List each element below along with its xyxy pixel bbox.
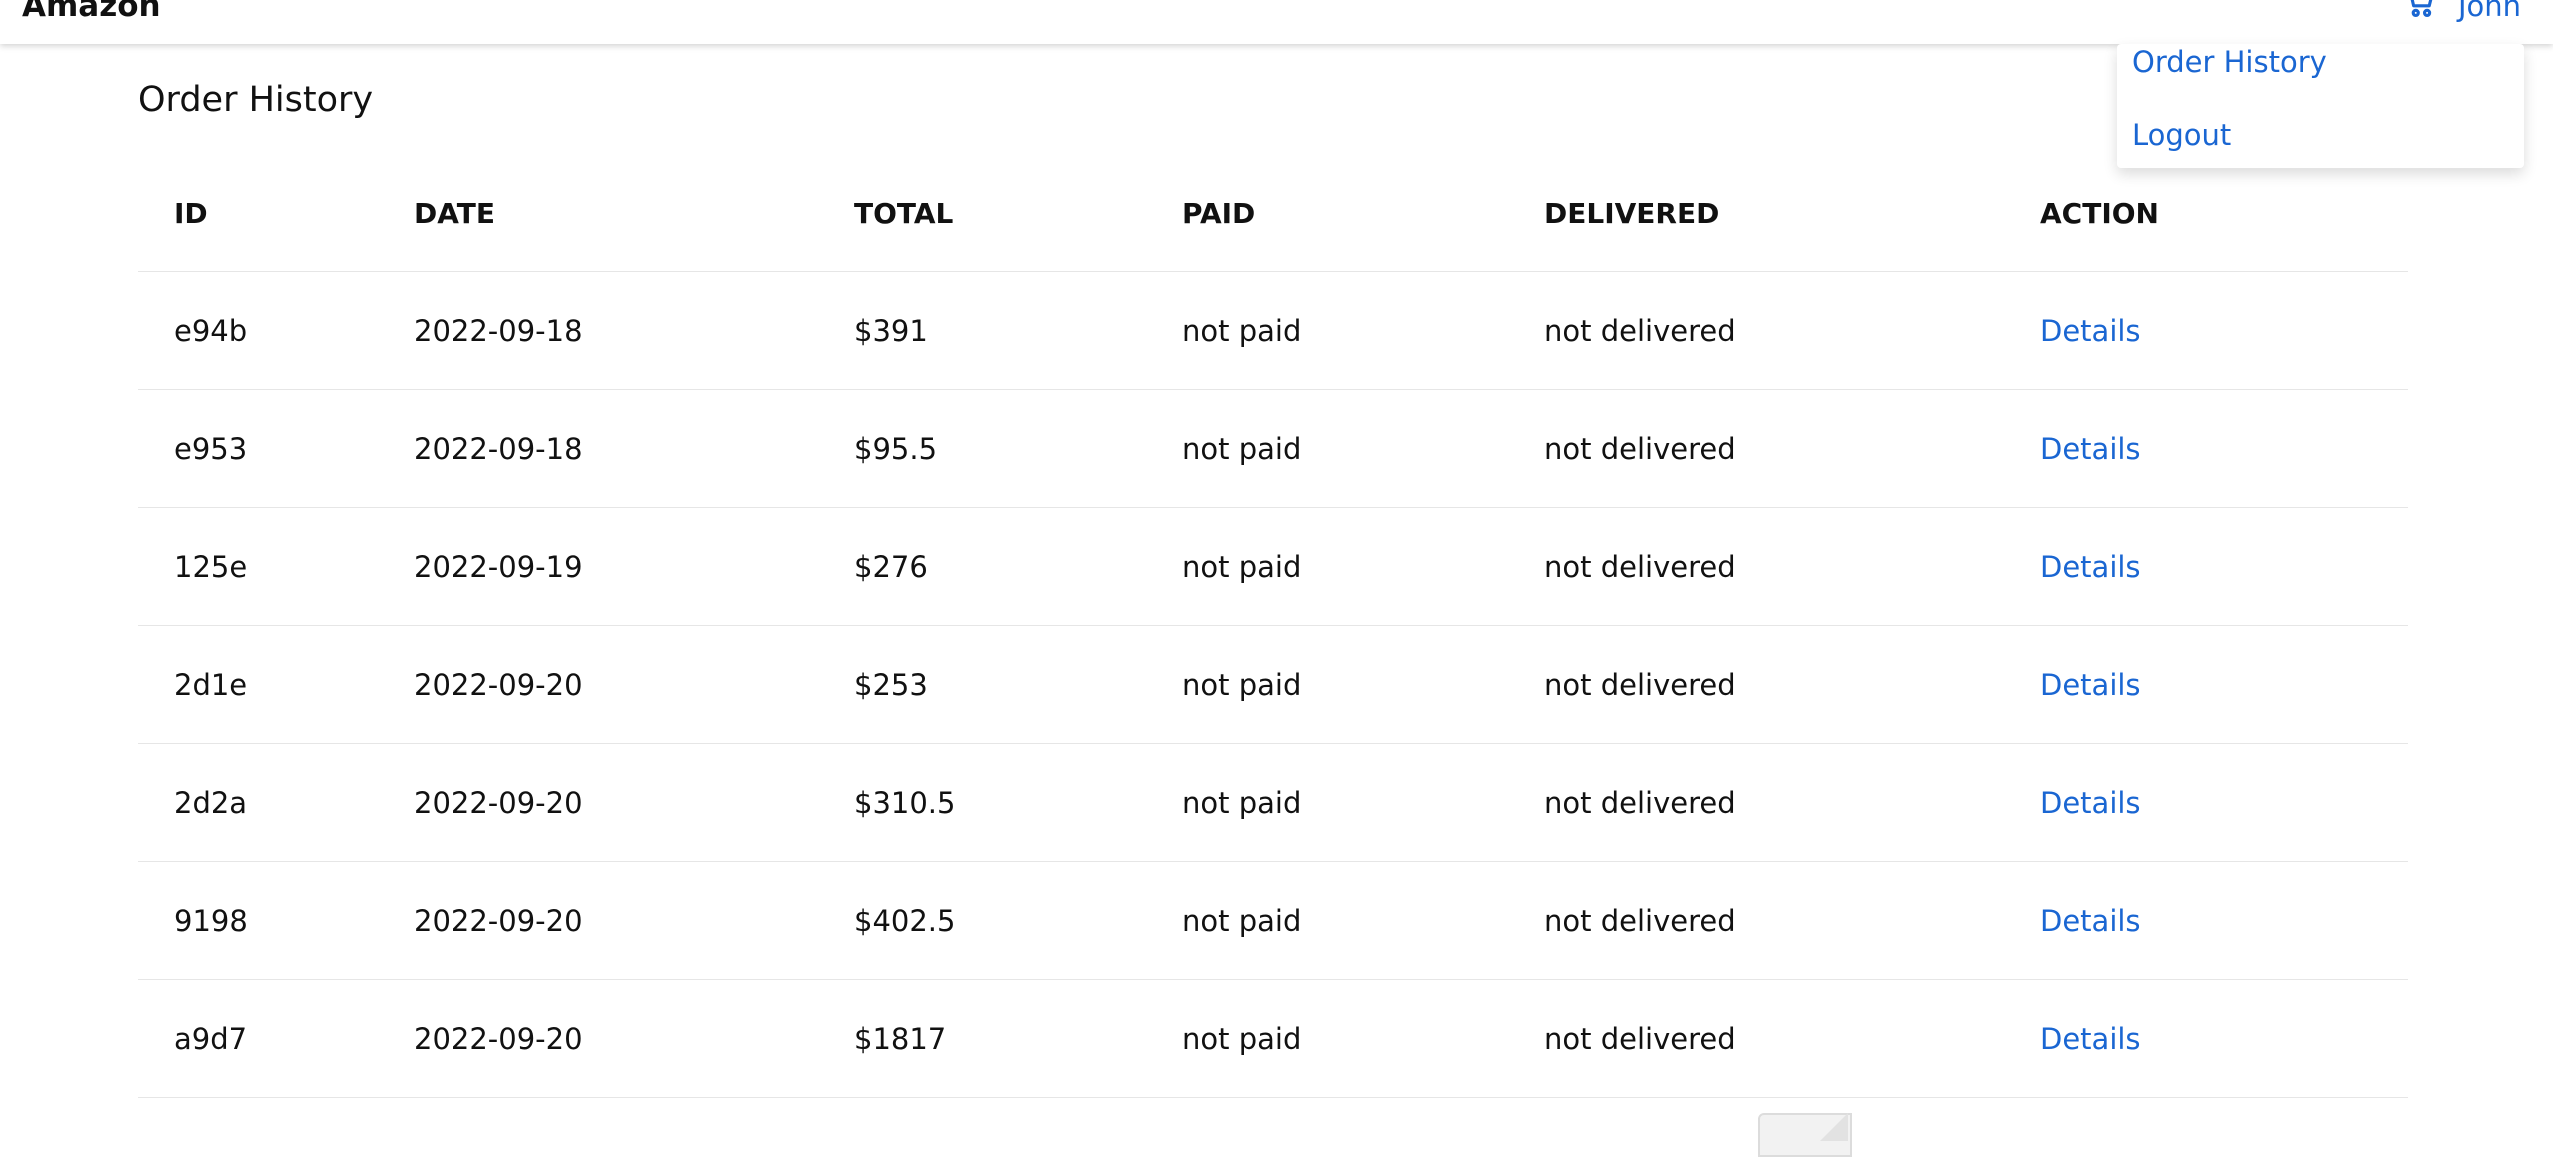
user-dropdown-menu: Order History Logout xyxy=(2117,44,2524,168)
order-paid-cell: not paid xyxy=(1182,389,1544,508)
table-row: a9d7 2022-09-20 $1817 not paid not deliv… xyxy=(138,979,2408,1098)
brand-logo-link[interactable]: Amazon xyxy=(22,0,161,24)
order-total-cell: $310.5 xyxy=(854,743,1182,862)
order-delivered-cell: not delivered xyxy=(1544,743,2040,862)
order-id-cell: 2d2a xyxy=(138,743,414,862)
order-action-cell: Details xyxy=(2040,861,2408,980)
order-total-cell: $402.5 xyxy=(854,861,1182,980)
cart-icon[interactable] xyxy=(2402,0,2438,20)
column-header-date: DATE xyxy=(414,155,854,272)
order-action-cell: Details xyxy=(2040,743,2408,862)
order-action-cell: Details xyxy=(2040,271,2408,390)
order-date-cell: 2022-09-20 xyxy=(414,861,854,980)
navbar: Amazon John xyxy=(0,0,2553,44)
order-total-cell: $391 xyxy=(854,271,1182,390)
details-link[interactable]: Details xyxy=(2040,1022,2141,1056)
details-link[interactable]: Details xyxy=(2040,668,2141,702)
order-date-cell: 2022-09-18 xyxy=(414,389,854,508)
order-paid-cell: not paid xyxy=(1182,743,1544,862)
details-link[interactable]: Details xyxy=(2040,314,2141,348)
order-date-cell: 2022-09-20 xyxy=(414,625,854,744)
order-id-cell: 2d1e xyxy=(138,625,414,744)
table-row: e94b 2022-09-18 $391 not paid not delive… xyxy=(138,271,2408,390)
order-delivered-cell: not delivered xyxy=(1544,389,2040,508)
order-date-cell: 2022-09-19 xyxy=(414,507,854,626)
table-row: 2d1e 2022-09-20 $253 not paid not delive… xyxy=(138,625,2408,744)
table-row: 125e 2022-09-19 $276 not paid not delive… xyxy=(138,507,2408,626)
details-link[interactable]: Details xyxy=(2040,904,2141,938)
details-link[interactable]: Details xyxy=(2040,786,2141,820)
header-row: ID DATE TOTAL PAID DELIVERED ACTION xyxy=(138,155,2408,272)
order-date-cell: 2022-09-18 xyxy=(414,271,854,390)
order-delivered-cell: not delivered xyxy=(1544,271,2040,390)
orders-table-body: e94b 2022-09-18 $391 not paid not delive… xyxy=(138,271,2408,1098)
order-delivered-cell: not delivered xyxy=(1544,861,2040,980)
orders-table: ID DATE TOTAL PAID DELIVERED ACTION e94b… xyxy=(138,155,2408,1098)
order-date-cell: 2022-09-20 xyxy=(414,979,854,1098)
order-id-cell: e953 xyxy=(138,389,414,508)
order-id-cell: e94b xyxy=(138,271,414,390)
order-total-cell: $253 xyxy=(854,625,1182,744)
menu-item-logout[interactable]: Logout xyxy=(2132,117,2231,153)
order-id-cell: a9d7 xyxy=(138,979,414,1098)
order-paid-cell: not paid xyxy=(1182,507,1544,626)
order-paid-cell: not paid xyxy=(1182,979,1544,1098)
order-id-cell: 9198 xyxy=(138,861,414,980)
column-header-delivered: DELIVERED xyxy=(1544,155,2040,272)
order-action-cell: Details xyxy=(2040,389,2408,508)
order-delivered-cell: not delivered xyxy=(1544,507,2040,626)
order-total-cell: $1817 xyxy=(854,979,1182,1098)
column-header-id: ID xyxy=(138,155,414,272)
order-total-cell: $95.5 xyxy=(854,389,1182,508)
column-header-action: ACTION xyxy=(2040,155,2408,272)
table-row: e953 2022-09-18 $95.5 not paid not deliv… xyxy=(138,389,2408,508)
user-menu-link[interactable]: John xyxy=(2458,0,2521,24)
order-paid-cell: not paid xyxy=(1182,271,1544,390)
order-delivered-cell: not delivered xyxy=(1544,625,2040,744)
table-row: 9198 2022-09-20 $402.5 not paid not deli… xyxy=(138,861,2408,980)
order-action-cell: Details xyxy=(2040,979,2408,1098)
column-header-paid: PAID xyxy=(1182,155,1544,272)
order-paid-cell: not paid xyxy=(1182,861,1544,980)
order-action-cell: Details xyxy=(2040,507,2408,626)
order-paid-cell: not paid xyxy=(1182,625,1544,744)
page-title: Order History xyxy=(138,80,374,120)
column-header-total: TOTAL xyxy=(854,155,1182,272)
order-delivered-cell: not delivered xyxy=(1544,979,2040,1098)
orders-table-header: ID DATE TOTAL PAID DELIVERED ACTION xyxy=(138,155,2408,272)
details-link[interactable]: Details xyxy=(2040,550,2141,584)
table-row: 2d2a 2022-09-20 $310.5 not paid not deli… xyxy=(138,743,2408,862)
order-action-cell: Details xyxy=(2040,625,2408,744)
menu-item-order-history[interactable]: Order History xyxy=(2132,44,2327,80)
order-total-cell: $276 xyxy=(854,507,1182,626)
page-corner-fold xyxy=(1820,1113,1848,1141)
details-link[interactable]: Details xyxy=(2040,432,2141,466)
order-id-cell: 125e xyxy=(138,507,414,626)
order-date-cell: 2022-09-20 xyxy=(414,743,854,862)
